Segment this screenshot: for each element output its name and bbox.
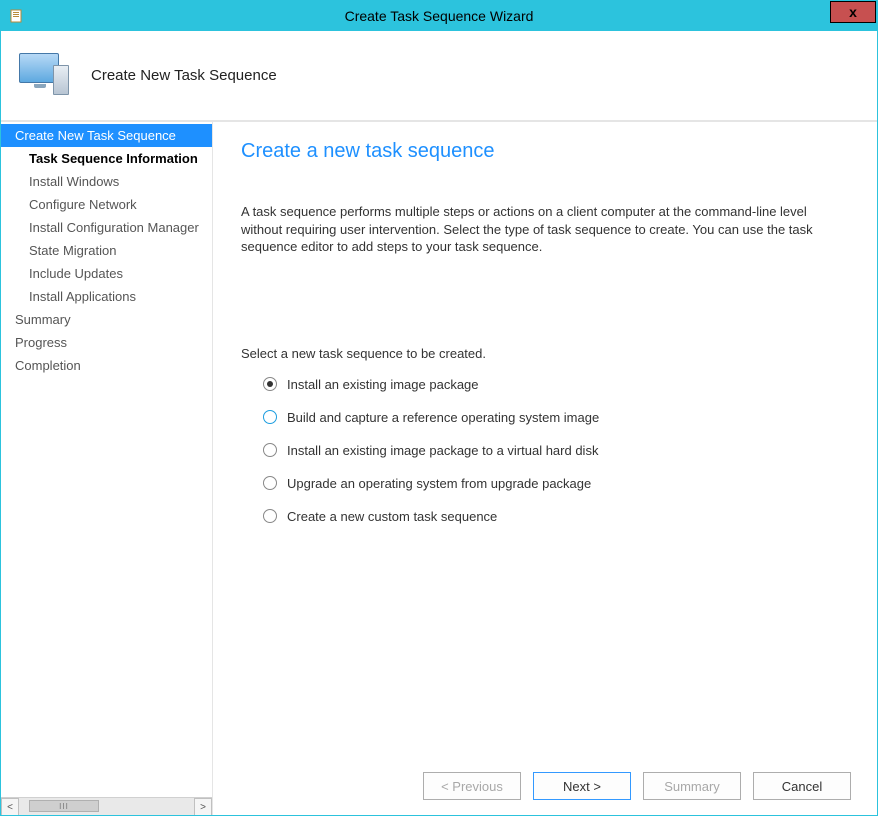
radio-option-build-capture-reference[interactable]: Build and capture a reference operating … xyxy=(263,410,849,425)
scroll-left-button[interactable]: < xyxy=(1,798,19,815)
header-band: Create New Task Sequence xyxy=(1,31,877,121)
sidebar-horizontal-scrollbar[interactable]: < III > xyxy=(1,797,212,815)
sidebar-item-summary[interactable]: Summary xyxy=(1,308,212,331)
sidebar-item-label: Install Applications xyxy=(29,289,136,304)
radio-label: Create a new custom task sequence xyxy=(287,509,497,524)
select-label: Select a new task sequence to be created… xyxy=(241,346,849,361)
radio-option-install-to-vhd[interactable]: Install an existing image package to a v… xyxy=(263,443,849,458)
radio-icon xyxy=(263,443,277,457)
header-title: Create New Task Sequence xyxy=(91,67,277,84)
sidebar-item-include-updates[interactable]: Include Updates xyxy=(1,262,212,285)
sidebar-item-install-configuration-manager[interactable]: Install Configuration Manager xyxy=(1,216,212,239)
sidebar-item-progress[interactable]: Progress xyxy=(1,331,212,354)
task-sequence-type-radio-group: Install an existing image package Build … xyxy=(241,377,849,524)
sidebar-item-label: Summary xyxy=(15,312,71,327)
body-area: Create New Task Sequence Task Sequence I… xyxy=(1,121,877,815)
wizard-window: Create Task Sequence Wizard x Create New… xyxy=(0,0,878,816)
close-button[interactable]: x xyxy=(830,1,876,23)
sidebar: Create New Task Sequence Task Sequence I… xyxy=(1,122,213,815)
radio-option-install-existing-image[interactable]: Install an existing image package xyxy=(263,377,849,392)
sidebar-item-label: Progress xyxy=(15,335,67,350)
radio-icon xyxy=(263,410,277,424)
wizard-footer: < Previous Next > Summary Cancel xyxy=(213,757,877,815)
radio-label: Install an existing image package to a v… xyxy=(287,443,598,458)
radio-icon xyxy=(263,509,277,523)
sidebar-list: Create New Task Sequence Task Sequence I… xyxy=(1,122,212,797)
sidebar-item-label: Include Updates xyxy=(29,266,123,281)
window-title: Create Task Sequence Wizard xyxy=(1,8,877,24)
sidebar-item-label: Task Sequence Information xyxy=(29,151,198,166)
sidebar-item-completion[interactable]: Completion xyxy=(1,354,212,377)
sidebar-item-label: Install Configuration Manager xyxy=(29,220,199,235)
page-title: Create a new task sequence xyxy=(241,140,849,163)
sidebar-item-state-migration[interactable]: State Migration xyxy=(1,239,212,262)
sidebar-item-create-new-task-sequence[interactable]: Create New Task Sequence xyxy=(1,124,212,147)
titlebar-buttons: x xyxy=(830,1,877,31)
scroll-right-button[interactable]: > xyxy=(194,798,212,815)
scrollbar-thumb[interactable]: III xyxy=(29,800,99,812)
page-description: A task sequence performs multiple steps … xyxy=(241,203,841,256)
sidebar-item-configure-network[interactable]: Configure Network xyxy=(1,193,212,216)
next-button[interactable]: Next > xyxy=(533,772,631,800)
radio-option-custom-sequence[interactable]: Create a new custom task sequence xyxy=(263,509,849,524)
summary-button[interactable]: Summary xyxy=(643,772,741,800)
sidebar-item-task-sequence-information[interactable]: Task Sequence Information xyxy=(1,147,212,170)
radio-icon xyxy=(263,476,277,490)
titlebar: Create Task Sequence Wizard x xyxy=(1,1,877,31)
close-icon: x xyxy=(849,4,857,20)
sidebar-item-label: Create New Task Sequence xyxy=(15,128,176,143)
radio-option-upgrade-os[interactable]: Upgrade an operating system from upgrade… xyxy=(263,476,849,491)
main-content: Create a new task sequence A task sequen… xyxy=(213,122,877,757)
scrollbar-track[interactable]: III xyxy=(19,798,194,815)
radio-label: Build and capture a reference operating … xyxy=(287,410,599,425)
chevron-right-icon: > xyxy=(200,802,206,813)
chevron-left-icon: < xyxy=(7,802,13,813)
cancel-button[interactable]: Cancel xyxy=(753,772,851,800)
sidebar-item-label: State Migration xyxy=(29,243,116,258)
main-panel: Create a new task sequence A task sequen… xyxy=(213,122,877,815)
sidebar-item-label: Completion xyxy=(15,358,81,373)
sidebar-item-label: Configure Network xyxy=(29,197,137,212)
previous-button[interactable]: < Previous xyxy=(423,772,521,800)
radio-label: Install an existing image package xyxy=(287,377,479,392)
radio-label: Upgrade an operating system from upgrade… xyxy=(287,476,591,491)
radio-icon xyxy=(263,377,277,391)
app-icon xyxy=(9,8,25,24)
computer-icon xyxy=(19,51,69,101)
sidebar-item-install-windows[interactable]: Install Windows xyxy=(1,170,212,193)
sidebar-item-install-applications[interactable]: Install Applications xyxy=(1,285,212,308)
sidebar-item-label: Install Windows xyxy=(29,174,119,189)
